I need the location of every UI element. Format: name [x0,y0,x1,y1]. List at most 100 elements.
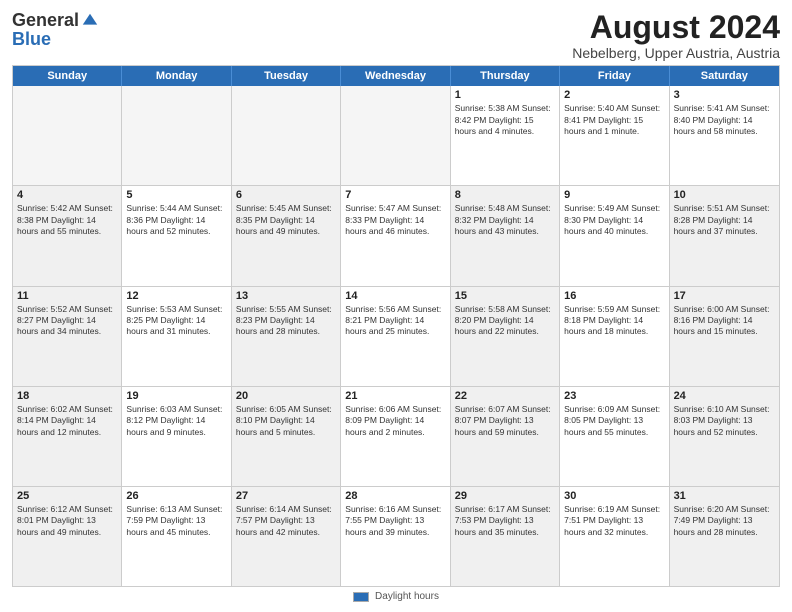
day-detail: Sunrise: 5:58 AM Sunset: 8:20 PM Dayligh… [455,304,555,338]
day-detail: Sunrise: 6:19 AM Sunset: 7:51 PM Dayligh… [564,504,664,538]
day-detail: Sunrise: 5:59 AM Sunset: 8:18 PM Dayligh… [564,304,664,338]
day-number: 28 [345,490,445,502]
day-detail: Sunrise: 5:40 AM Sunset: 8:41 PM Dayligh… [564,103,664,137]
day-detail: Sunrise: 6:09 AM Sunset: 8:05 PM Dayligh… [564,404,664,438]
day-number: 24 [674,390,775,402]
day-number: 14 [345,290,445,302]
header-cell-saturday: Saturday [670,66,779,86]
calendar-cell: 19Sunrise: 6:03 AM Sunset: 8:12 PM Dayli… [122,387,231,486]
calendar-cell: 20Sunrise: 6:05 AM Sunset: 8:10 PM Dayli… [232,387,341,486]
calendar: SundayMondayTuesdayWednesdayThursdayFrid… [12,65,780,587]
day-number: 20 [236,390,336,402]
day-detail: Sunrise: 6:10 AM Sunset: 8:03 PM Dayligh… [674,404,775,438]
day-detail: Sunrise: 5:53 AM Sunset: 8:25 PM Dayligh… [126,304,226,338]
header-cell-monday: Monday [122,66,231,86]
day-detail: Sunrise: 5:55 AM Sunset: 8:23 PM Dayligh… [236,304,336,338]
day-detail: Sunrise: 5:52 AM Sunset: 8:27 PM Dayligh… [17,304,117,338]
header-cell-thursday: Thursday [451,66,560,86]
day-detail: Sunrise: 6:14 AM Sunset: 7:57 PM Dayligh… [236,504,336,538]
day-detail: Sunrise: 5:48 AM Sunset: 8:32 PM Dayligh… [455,203,555,237]
calendar-cell: 16Sunrise: 5:59 AM Sunset: 8:18 PM Dayli… [560,287,669,386]
day-detail: Sunrise: 6:17 AM Sunset: 7:53 PM Dayligh… [455,504,555,538]
day-number: 21 [345,390,445,402]
calendar-cell: 22Sunrise: 6:07 AM Sunset: 8:07 PM Dayli… [451,387,560,486]
calendar-cell: 13 Sunrise: 5:55 AM Sunset: 8:23 PM Dayli… [232,287,341,386]
day-number: 10 [674,189,775,201]
day-detail: Sunrise: 6:07 AM Sunset: 8:07 PM Dayligh… [455,404,555,438]
day-detail: Sunrise: 5:42 AM Sunset: 8:38 PM Dayligh… [17,203,117,237]
calendar-cell: 28 Sunrise: 6:16 AM Sunset: 7:55 PM Dayli… [341,487,450,586]
logo-blue-text: Blue [12,29,51,50]
calendar-cell: 23Sunrise: 6:09 AM Sunset: 8:05 PM Dayli… [560,387,669,486]
day-number: 7 [345,189,445,201]
day-number: 2 [564,89,664,101]
calendar-cell: 12Sunrise: 5:53 AM Sunset: 8:25 PM Dayli… [122,287,231,386]
calendar-cell: 8 Sunrise: 5:48 AM Sunset: 8:32 PM Daylig… [451,186,560,285]
day-number: 18 [17,390,117,402]
location-title: Nebelberg, Upper Austria, Austria [572,45,780,61]
day-number: 13 [236,290,336,302]
day-detail: Sunrise: 6:13 AM Sunset: 7:59 PM Dayligh… [126,504,226,538]
day-detail: Sunrise: 5:47 AM Sunset: 8:33 PM Dayligh… [345,203,445,237]
day-number: 27 [236,490,336,502]
day-number: 4 [17,189,117,201]
day-detail: Sunrise: 6:16 AM Sunset: 7:55 PM Dayligh… [345,504,445,538]
day-number: 11 [17,290,117,302]
day-detail: Sunrise: 6:20 AM Sunset: 7:49 PM Dayligh… [674,504,775,538]
day-number: 8 [455,189,555,201]
page: General Blue August 2024 Nebelberg, Uppe… [0,0,792,612]
logo-general: General [12,10,79,31]
calendar-row-5: 25Sunrise: 6:12 AM Sunset: 8:01 PM Dayli… [13,487,779,586]
calendar-cell: 4 Sunrise: 5:42 AM Sunset: 8:38 PM Daylig… [13,186,122,285]
calendar-cell: 9 Sunrise: 5:49 AM Sunset: 8:30 PM Daylig… [560,186,669,285]
day-number: 15 [455,290,555,302]
footer-label: Daylight hours [375,591,439,602]
calendar-cell: 10Sunrise: 5:51 AM Sunset: 8:28 PM Dayli… [670,186,779,285]
footer: Daylight hours [12,587,780,604]
calendar-cell: 25Sunrise: 6:12 AM Sunset: 8:01 PM Dayli… [13,487,122,586]
logo-icon [81,12,99,30]
day-number: 6 [236,189,336,201]
calendar-cell: 30Sunrise: 6:19 AM Sunset: 7:51 PM Dayli… [560,487,669,586]
calendar-cell [13,86,122,185]
calendar-cell: 5 Sunrise: 5:44 AM Sunset: 8:36 PM Daylig… [122,186,231,285]
calendar-cell: 2 Sunrise: 5:40 AM Sunset: 8:41 PM Daylig… [560,86,669,185]
header-cell-wednesday: Wednesday [341,66,450,86]
calendar-body: 1 Sunrise: 5:38 AM Sunset: 8:42 PM Daylig… [13,86,779,586]
calendar-header: SundayMondayTuesdayWednesdayThursdayFrid… [13,66,779,86]
day-detail: Sunrise: 5:45 AM Sunset: 8:35 PM Dayligh… [236,203,336,237]
calendar-cell: 18Sunrise: 6:02 AM Sunset: 8:14 PM Dayli… [13,387,122,486]
day-detail: Sunrise: 5:41 AM Sunset: 8:40 PM Dayligh… [674,103,775,137]
day-number: 5 [126,189,226,201]
calendar-row-4: 18Sunrise: 6:02 AM Sunset: 8:14 PM Dayli… [13,387,779,487]
calendar-row-3: 11 Sunrise: 5:52 AM Sunset: 8:27 PM Dayli… [13,287,779,387]
title-block: August 2024 Nebelberg, Upper Austria, Au… [572,10,780,61]
calendar-cell: 31 Sunrise: 6:20 AM Sunset: 7:49 PM Dayli… [670,487,779,586]
calendar-cell: 27 Sunrise: 6:14 AM Sunset: 7:57 PM Dayli… [232,487,341,586]
calendar-cell: 15 Sunrise: 5:58 AM Sunset: 8:20 PM Dayli… [451,287,560,386]
calendar-cell: 24 Sunrise: 6:10 AM Sunset: 8:03 PM Dayli… [670,387,779,486]
calendar-cell: 26 Sunrise: 6:13 AM Sunset: 7:59 PM Dayli… [122,487,231,586]
day-number: 25 [17,490,117,502]
calendar-cell: 17 Sunrise: 6:00 AM Sunset: 8:16 PM Dayli… [670,287,779,386]
day-number: 17 [674,290,775,302]
calendar-row-1: 1 Sunrise: 5:38 AM Sunset: 8:42 PM Daylig… [13,86,779,186]
day-number: 9 [564,189,664,201]
day-number: 19 [126,390,226,402]
calendar-cell [232,86,341,185]
day-detail: Sunrise: 5:49 AM Sunset: 8:30 PM Dayligh… [564,203,664,237]
calendar-cell: 7 Sunrise: 5:47 AM Sunset: 8:33 PM Daylig… [341,186,450,285]
day-detail: Sunrise: 5:38 AM Sunset: 8:42 PM Dayligh… [455,103,555,137]
logo: General Blue [12,10,99,50]
calendar-cell: 14Sunrise: 5:56 AM Sunset: 8:21 PM Dayli… [341,287,450,386]
day-number: 26 [126,490,226,502]
day-number: 3 [674,89,775,101]
day-detail: Sunrise: 5:44 AM Sunset: 8:36 PM Dayligh… [126,203,226,237]
day-detail: Sunrise: 6:00 AM Sunset: 8:16 PM Dayligh… [674,304,775,338]
header: General Blue August 2024 Nebelberg, Uppe… [12,10,780,61]
month-title: August 2024 [572,10,780,45]
day-number: 1 [455,89,555,101]
day-number: 31 [674,490,775,502]
calendar-cell: 29Sunrise: 6:17 AM Sunset: 7:53 PM Dayli… [451,487,560,586]
calendar-cell: 3 Sunrise: 5:41 AM Sunset: 8:40 PM Daylig… [670,86,779,185]
